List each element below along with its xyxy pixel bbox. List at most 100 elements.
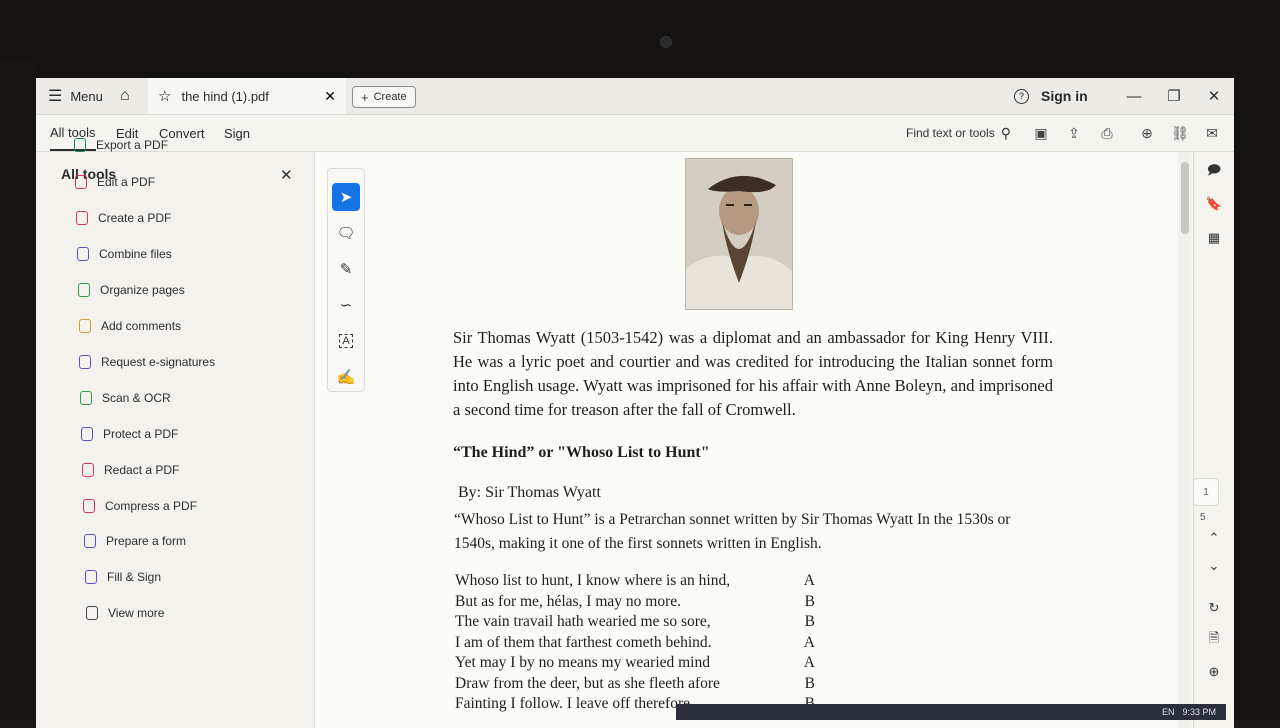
thumbnails-icon[interactable]: ▦ bbox=[1204, 228, 1224, 248]
view-more-icon bbox=[86, 606, 98, 620]
close-tab-icon[interactable]: ✕ bbox=[324, 88, 336, 105]
windows-taskbar: EN 9:33 PM bbox=[676, 704, 1226, 720]
tool-label: Add comments bbox=[101, 319, 182, 333]
right-sidebar: 🗩 🔖 ▦ ⌃ ⌄ ↻ 🗎 ⊕ bbox=[1193, 152, 1234, 728]
fill-sign-icon bbox=[85, 570, 97, 584]
rhyme-letter: A bbox=[803, 654, 815, 671]
rotate-icon[interactable]: ↻ bbox=[1204, 598, 1224, 618]
tool-label: Create a PDF bbox=[98, 211, 172, 225]
tool-label: View more bbox=[108, 606, 165, 620]
select-tool[interactable]: ➤ bbox=[332, 183, 360, 211]
email-icon[interactable]: ✉ bbox=[1202, 123, 1222, 143]
poem-line: Draw from the deer, but as she fleeth af… bbox=[455, 675, 815, 696]
home-button[interactable]: ⌂ bbox=[120, 78, 130, 114]
poem-line: But as for me, hélas, I may no more. B bbox=[455, 593, 815, 614]
close-icon: ✕ bbox=[1207, 88, 1221, 105]
tool-label: Fill & Sign bbox=[107, 570, 162, 584]
page-down-icon[interactable]: ⌄ bbox=[1204, 556, 1224, 576]
tool-label: Request e-signatures bbox=[101, 355, 216, 369]
webcam bbox=[660, 36, 672, 48]
minimize-button[interactable]: — bbox=[1114, 78, 1154, 114]
create-button[interactable]: + Create bbox=[352, 86, 416, 108]
comments-panel-icon[interactable]: 🗩 bbox=[1204, 162, 1224, 182]
sign-in-label: Sign in bbox=[1041, 88, 1088, 104]
rhyme-letter: A bbox=[803, 633, 815, 651]
close-window-button[interactable]: ✕ bbox=[1194, 78, 1234, 114]
scan-ocr-icon bbox=[80, 391, 92, 405]
poem-line-text: Draw from the deer, but as she fleeth af… bbox=[455, 674, 720, 692]
restore-icon: ❐ bbox=[1167, 88, 1181, 105]
restore-button[interactable]: ❐ bbox=[1154, 78, 1194, 114]
tool-e-signature[interactable]: Request e-signatures bbox=[79, 352, 215, 372]
taskbar-language: EN bbox=[1161, 707, 1175, 717]
share-icon[interactable]: ⊕ bbox=[1137, 123, 1157, 143]
tab-sign[interactable]: Sign bbox=[224, 115, 250, 151]
tool-comment[interactable]: Add comments bbox=[79, 316, 181, 336]
highlight-tool[interactable]: ✎ bbox=[332, 255, 360, 283]
poem-line: The vain travail hath wearied me so sore… bbox=[455, 613, 815, 634]
upload-icon[interactable]: ⇪ bbox=[1064, 123, 1084, 143]
tool-combine-files[interactable]: Combine files bbox=[77, 244, 172, 264]
document-tab[interactable]: ☆ the hind (1).pdf ✕ bbox=[148, 78, 346, 114]
close-panel-icon[interactable]: ✕ bbox=[280, 166, 293, 184]
tool-label: Combine files bbox=[99, 247, 172, 261]
redact-pdf-icon bbox=[82, 463, 94, 477]
tool-export-pdf[interactable]: Export a PDF bbox=[74, 135, 168, 155]
tool-label: Edit a PDF bbox=[97, 175, 156, 189]
document-tab-title: the hind (1).pdf bbox=[181, 88, 269, 104]
tool-label: Redact a PDF bbox=[104, 463, 180, 477]
bookmarks-icon[interactable]: 🔖 bbox=[1204, 194, 1224, 214]
page-number-box[interactable]: 1 bbox=[1193, 478, 1219, 506]
portrait-image bbox=[685, 158, 793, 310]
tool-prepare-form[interactable]: Prepare a form bbox=[84, 531, 186, 551]
freehand-icon: ∽ bbox=[339, 297, 353, 314]
tool-view-more[interactable]: View more bbox=[86, 603, 164, 623]
link-icon[interactable]: ⛓ bbox=[1170, 123, 1190, 143]
byline: By: Sir Thomas Wyatt bbox=[458, 484, 601, 501]
signature-icon: ✍ bbox=[336, 369, 356, 386]
home-icon: ⌂ bbox=[120, 87, 130, 104]
text-tool[interactable]: A bbox=[332, 327, 360, 355]
tool-redact-pdf[interactable]: Redact a PDF bbox=[82, 460, 179, 480]
tool-scan-ocr[interactable]: Scan & OCR bbox=[80, 388, 171, 408]
print-icon[interactable]: ⎙ bbox=[1097, 123, 1117, 143]
tool-create-pdf[interactable]: Create a PDF bbox=[76, 208, 171, 228]
find-text-or-tools[interactable]: Find text or tools ⚲ bbox=[906, 115, 1011, 151]
tool-label: Export a PDF bbox=[96, 138, 169, 152]
tool-compress-pdf[interactable]: Compress a PDF bbox=[83, 496, 197, 516]
star-icon[interactable]: ☆ bbox=[158, 87, 171, 105]
comment-tool[interactable]: 🗨 bbox=[332, 219, 360, 247]
poem: Whoso list to hunt, I know where is an h… bbox=[455, 572, 815, 716]
tool-label: Protect a PDF bbox=[103, 427, 179, 441]
combine-files-icon bbox=[77, 247, 89, 261]
sign-tool[interactable]: ✍ bbox=[332, 363, 360, 391]
pen-icon: ✎ bbox=[339, 261, 353, 278]
find-label: Find text or tools bbox=[906, 126, 995, 140]
scroll-thumb[interactable] bbox=[1181, 162, 1189, 234]
tool-organize-pages[interactable]: Organize pages bbox=[78, 280, 185, 300]
page-up-icon[interactable]: ⌃ bbox=[1204, 528, 1224, 548]
export-pdf-icon bbox=[74, 138, 86, 152]
rhyme-letter: B bbox=[804, 674, 815, 692]
sign-in-button[interactable]: ? Sign in bbox=[1014, 78, 1088, 114]
vertical-scrollbar[interactable] bbox=[1179, 152, 1191, 728]
rhyme-letter: B bbox=[804, 592, 815, 610]
intro-paragraph: “Whoso List to Hunt” is a Petrarchan son… bbox=[454, 511, 1011, 552]
menu-button[interactable]: ☰ Menu bbox=[48, 78, 103, 114]
tool-edit-pdf[interactable]: Edit a PDF bbox=[75, 172, 155, 192]
quick-tools-rail: ➤ 🗨 ✎ ∽ A ✍ bbox=[327, 168, 365, 392]
draw-tool[interactable]: ∽ bbox=[332, 291, 360, 319]
help-icon[interactable]: ? bbox=[1014, 88, 1029, 104]
poem-line-text: I am of them that farthest cometh behind… bbox=[455, 633, 712, 651]
poem-line: Whoso list to hunt, I know where is an h… bbox=[455, 572, 815, 593]
tool-fill-sign[interactable]: Fill & Sign bbox=[85, 567, 161, 587]
page-export-icon[interactable]: 🗎 bbox=[1204, 630, 1224, 650]
save-icon[interactable]: ▣ bbox=[1031, 123, 1051, 143]
document-view[interactable]: Sir Thomas Wyatt (1503-1542) was a diplo… bbox=[315, 152, 1177, 728]
tool-label: Scan & OCR bbox=[102, 391, 171, 405]
protect-pdf-icon bbox=[81, 427, 93, 441]
poem-line: Yet may I by no means my wearied mind A bbox=[455, 654, 815, 675]
zoom-icon[interactable]: ⊕ bbox=[1204, 662, 1224, 682]
tool-protect-pdf[interactable]: Protect a PDF bbox=[81, 424, 178, 444]
portrait-illustration bbox=[686, 159, 792, 309]
